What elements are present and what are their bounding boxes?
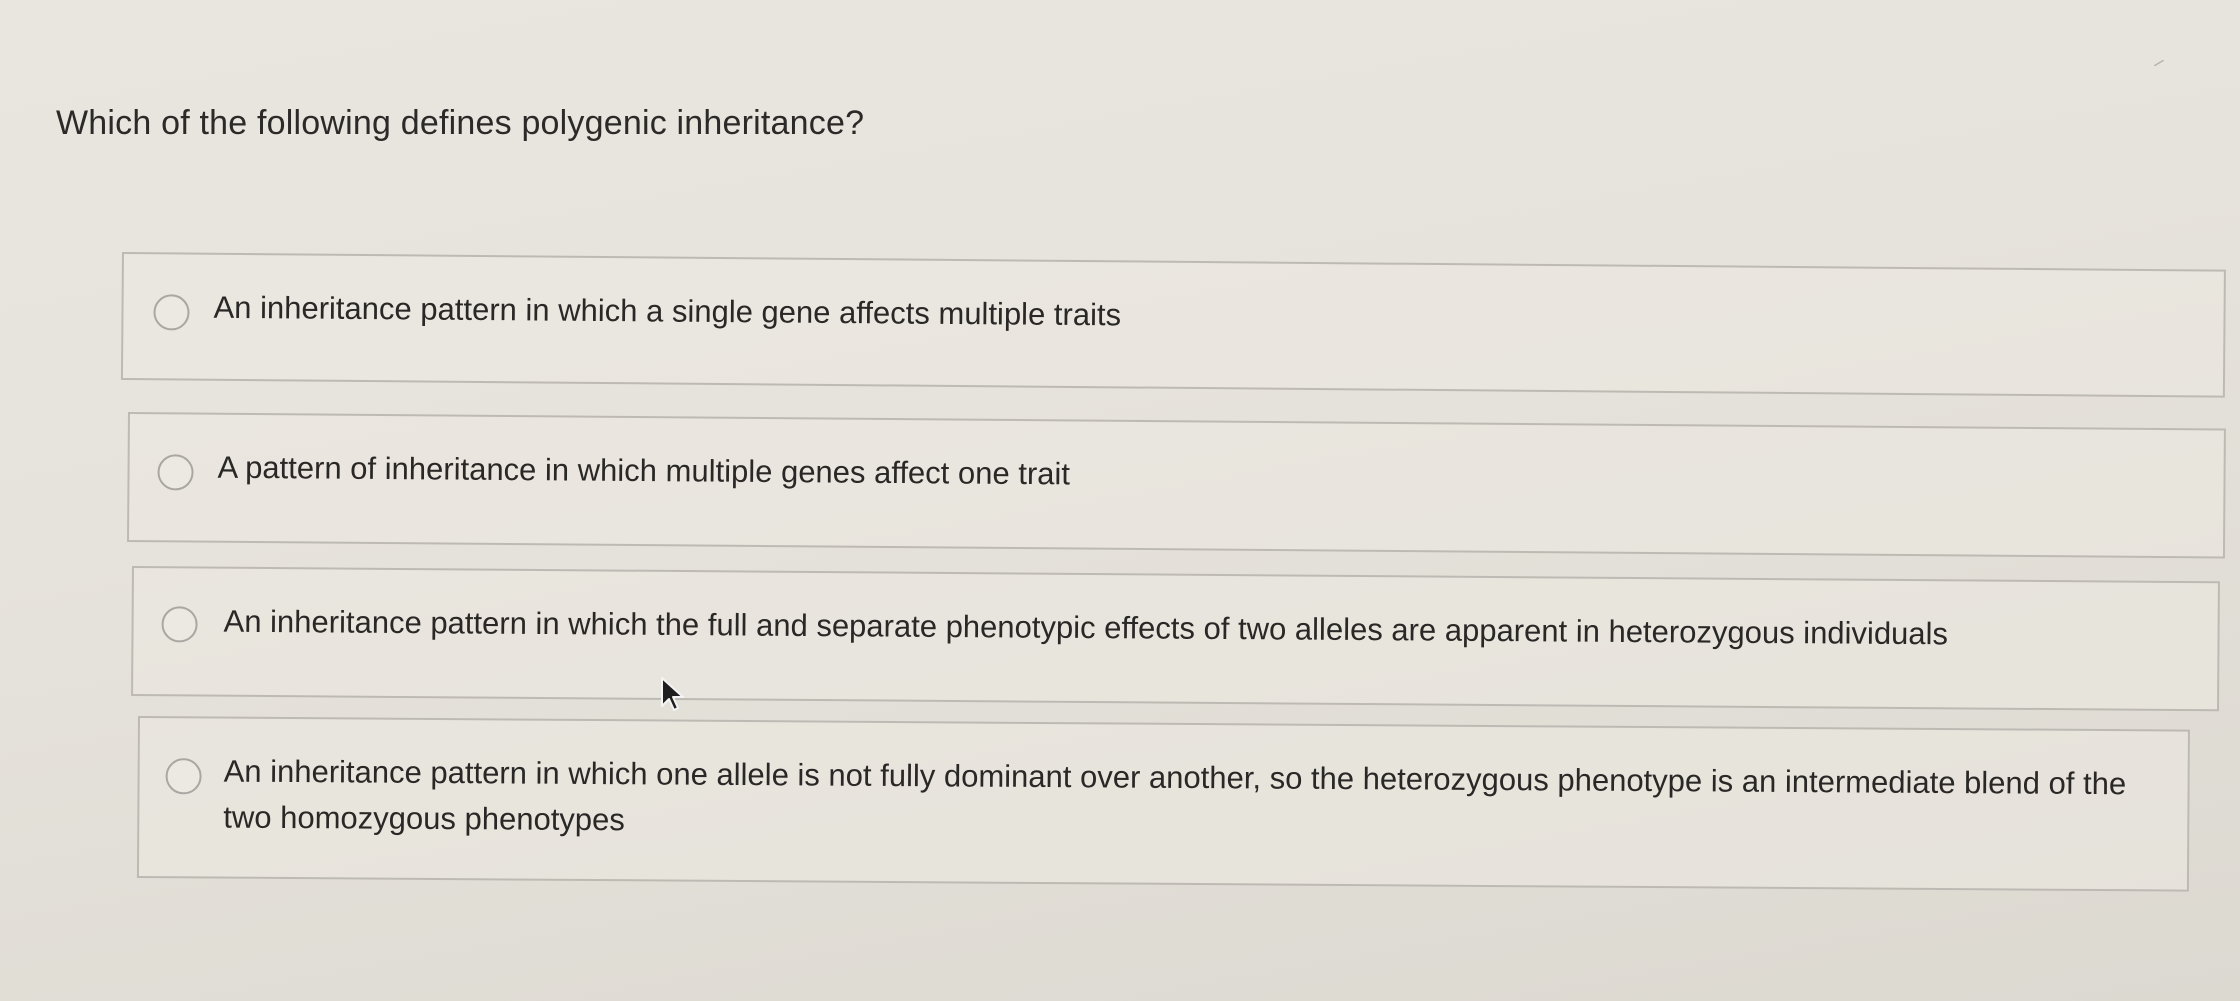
answer-option-label: An inheritance pattern in which the full…: [223, 603, 1949, 652]
answer-option-1[interactable]: An inheritance pattern in which a single…: [120, 252, 2226, 398]
answer-option-3[interactable]: An inheritance pattern in which the full…: [131, 566, 2220, 712]
radio-unchecked-icon[interactable]: [157, 454, 194, 491]
answer-option-4[interactable]: An inheritance pattern in which one alle…: [136, 716, 2190, 892]
answer-option-label: A pattern of inheritance in which multip…: [217, 449, 1071, 492]
answer-option-label: An inheritance pattern in which a single…: [213, 289, 1122, 333]
answer-options: An inheritance pattern in which a single…: [0, 0, 2240, 1001]
answer-option-2[interactable]: A pattern of inheritance in which multip…: [126, 412, 2226, 559]
radio-unchecked-icon[interactable]: [165, 758, 202, 795]
mouse-pointer-icon: [661, 677, 684, 711]
answer-option-label: An inheritance pattern in which one alle…: [223, 753, 2127, 838]
quiz-page: Which of the following defines polygenic…: [0, 0, 2240, 1001]
decorative-mark-icon: [2154, 60, 2164, 66]
radio-unchecked-icon[interactable]: [161, 606, 198, 643]
radio-unchecked-icon[interactable]: [153, 294, 190, 331]
